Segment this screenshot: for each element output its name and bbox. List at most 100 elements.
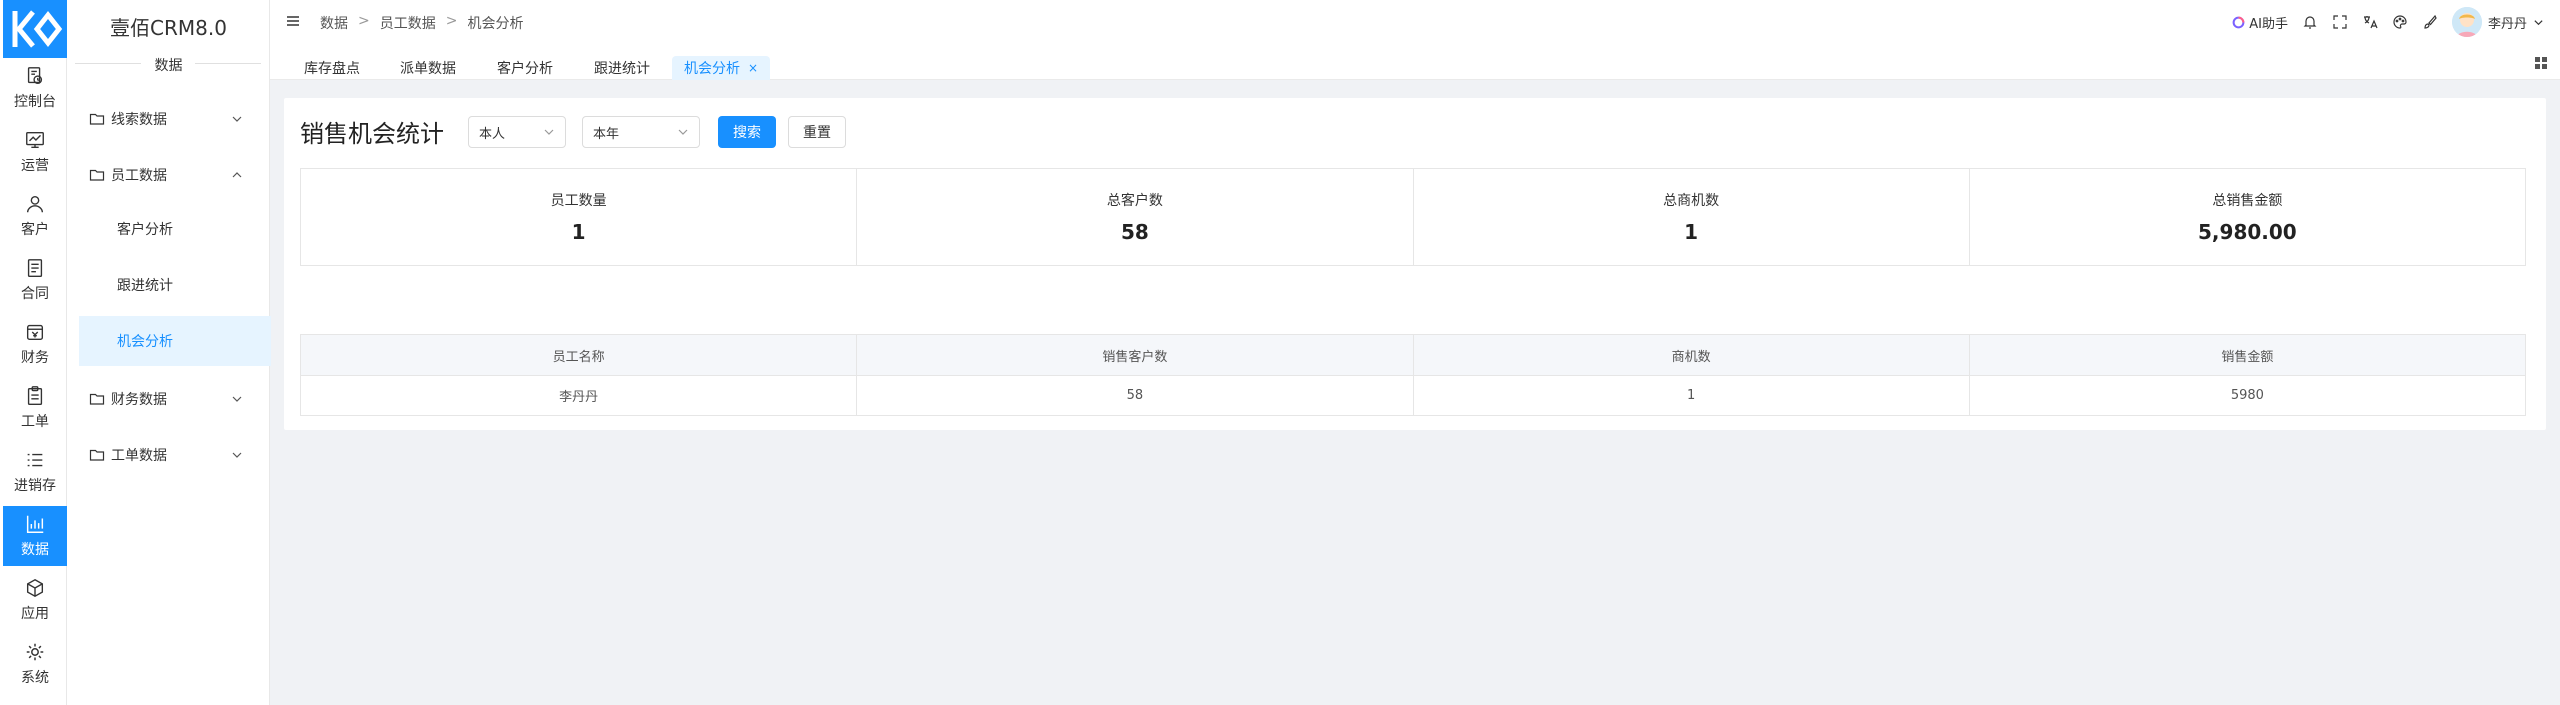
stat-total-sales: 总销售金额 5,980.00 xyxy=(1970,169,2525,265)
tab-label: 跟进统计 xyxy=(594,61,650,77)
grid-menu-icon[interactable] xyxy=(2534,56,2548,70)
bar-chart-icon xyxy=(26,515,44,533)
tab-opportunity-analysis[interactable]: 机会分析 × xyxy=(672,56,771,80)
table-cell: 5980 xyxy=(2230,388,2264,403)
menu-group-label: 员工数据 xyxy=(111,168,167,184)
dashboard-icon xyxy=(27,67,43,85)
owner-select[interactable]: 本人 xyxy=(468,116,566,148)
folder-icon xyxy=(89,113,105,125)
main-card: 销售机会统计 本人 本年 搜索 重置 员工数量 1 总客户数 58 总商机数 1… xyxy=(284,98,2546,430)
sales-table: 员工名称 销售客户数 商机数 销售金额 李丹丹 58 1 5980 xyxy=(300,334,2526,416)
menu-group-finance[interactable]: 财务数据 xyxy=(77,381,257,417)
tab-inventory-count[interactable]: 库存盘点 xyxy=(292,56,372,80)
tab-close-icon[interactable]: × xyxy=(748,61,758,75)
chevron-up-icon xyxy=(232,172,242,178)
rail-item-label: 进销存 xyxy=(14,478,56,494)
rail-item-label: 客户 xyxy=(21,222,49,238)
menu-group-workorders[interactable]: 工单数据 xyxy=(77,437,257,473)
table-header-cell: 员工名称 xyxy=(301,335,858,375)
chevron-down-icon xyxy=(544,129,554,135)
folder-icon xyxy=(89,169,105,181)
logo-icon xyxy=(12,10,63,48)
breadcrumb-item-current: 机会分析 xyxy=(467,16,524,32)
rail-item-label: 控制台 xyxy=(14,94,56,110)
rail-item-customers[interactable]: 客户 xyxy=(3,186,67,246)
stat-total-customers: 总客户数 58 xyxy=(857,169,1414,265)
menu-item-followup-stats[interactable]: 跟进统计 xyxy=(79,260,271,310)
tab-followup-stats[interactable]: 跟进统计 xyxy=(582,56,662,80)
chevron-down-icon xyxy=(232,116,242,122)
table-row: 李丹丹 58 1 5980 xyxy=(301,375,2525,415)
menu-item-label: 客户分析 xyxy=(117,222,173,238)
stat-label: 员工数量 xyxy=(550,193,607,209)
rail-item-contracts[interactable]: 合同 xyxy=(3,250,67,310)
folder-icon xyxy=(89,393,105,405)
rail-item-finance[interactable]: 财务 xyxy=(3,314,67,374)
stat-label: 总客户数 xyxy=(1106,193,1163,209)
tab-label: 客户分析 xyxy=(497,61,553,77)
search-button[interactable]: 搜索 xyxy=(718,116,776,148)
submenu-panel: 壹佰CRM8.0 数据 线索数据 员工数据 客户分析 跟进统计 机会分析 财务数… xyxy=(67,0,271,705)
left-rail: 控制台 运营 客户 合同 财务 工单 进销存 数据 应用 系统 xyxy=(0,0,67,705)
folder-icon xyxy=(89,449,105,461)
top-right-tools: AI助手 李丹丹 xyxy=(2232,7,2544,37)
breadcrumb-separator: > xyxy=(358,13,370,29)
rail-item-label: 财务 xyxy=(21,350,49,366)
table-cell: 1 xyxy=(1414,376,1970,415)
tab-label: 派单数据 xyxy=(400,61,456,77)
menu-group-leads[interactable]: 线索数据 xyxy=(77,101,257,137)
settings-icon xyxy=(26,643,44,661)
ai-assistant-button[interactable]: AI助手 xyxy=(2232,13,2288,32)
page-title: 销售机会统计 xyxy=(300,120,444,148)
rail-item-label: 工单 xyxy=(21,414,49,430)
ai-logo-icon xyxy=(2232,16,2245,28)
rail-item-data[interactable]: 数据 xyxy=(3,506,67,566)
logo[interactable] xyxy=(3,0,67,58)
translate-icon[interactable] xyxy=(2362,14,2378,30)
breadcrumb-item[interactable]: 数据 xyxy=(320,13,348,33)
bell-icon[interactable] xyxy=(2302,14,2318,30)
menu-toggle-icon[interactable] xyxy=(286,14,300,28)
rail-item-dashboard[interactable]: 控制台 xyxy=(3,58,67,118)
ai-assistant-label: AI助手 xyxy=(2249,16,2288,32)
tab-customer-analysis[interactable]: 客户分析 xyxy=(485,56,565,80)
section-divider-right xyxy=(195,63,261,64)
user-name: 李丹丹 xyxy=(2487,16,2527,32)
stat-value: 5,980.00 xyxy=(2198,220,2297,244)
menu-group-staff[interactable]: 员工数据 xyxy=(77,157,257,193)
stat-value: 58 xyxy=(1120,220,1149,244)
brush-icon[interactable] xyxy=(2422,14,2438,30)
chevron-down-icon xyxy=(232,396,242,402)
avatar xyxy=(2451,7,2482,37)
rail-item-workorders[interactable]: 工单 xyxy=(3,378,67,438)
menu-item-label: 机会分析 xyxy=(117,334,173,350)
breadcrumb-item[interactable]: 员工数据 xyxy=(380,13,436,33)
palette-icon[interactable] xyxy=(2392,14,2408,30)
monitor-chart-icon xyxy=(26,131,44,149)
user-icon xyxy=(26,195,44,213)
rail-item-label: 系统 xyxy=(21,670,49,686)
tabs-bar: 库存盘点 派单数据 客户分析 跟进统计 机会分析 × xyxy=(270,44,2560,80)
avatar-image-icon xyxy=(2451,7,2482,37)
menu-item-label: 跟进统计 xyxy=(117,278,173,294)
menu-item-opportunity-analysis[interactable]: 机会分析 xyxy=(79,316,271,366)
menu-group-label: 线索数据 xyxy=(111,112,167,128)
app-title: 壹佰CRM8.0 xyxy=(110,16,227,40)
tab-label: 机会分析 xyxy=(684,61,740,77)
breadcrumb: 数据 > 员工数据 > 机会分析 xyxy=(320,13,523,33)
rail-item-label: 数据 xyxy=(21,542,49,558)
rail-item-label: 应用 xyxy=(21,606,49,622)
reset-button[interactable]: 重置 xyxy=(788,116,846,148)
period-select[interactable]: 本年 xyxy=(582,116,700,148)
rail-item-operations[interactable]: 运营 xyxy=(3,122,67,182)
rail-item-system[interactable]: 系统 xyxy=(3,634,67,694)
rail-item-inventory[interactable]: 进销存 xyxy=(3,442,67,502)
user-menu[interactable]: 李丹丹 xyxy=(2451,7,2544,37)
stats-row: 员工数量 1 总客户数 58 总商机数 1 总销售金额 5,980.00 xyxy=(300,168,2526,266)
tab-dispatch-data[interactable]: 派单数据 xyxy=(388,56,468,80)
rail-item-apps[interactable]: 应用 xyxy=(3,570,67,630)
top-bar: 数据 > 员工数据 > 机会分析 AI助手 李丹丹 xyxy=(270,0,2560,44)
stat-value: 1 xyxy=(571,220,586,244)
fullscreen-icon[interactable] xyxy=(2332,14,2348,30)
menu-item-customer-analysis[interactable]: 客户分析 xyxy=(79,204,271,254)
